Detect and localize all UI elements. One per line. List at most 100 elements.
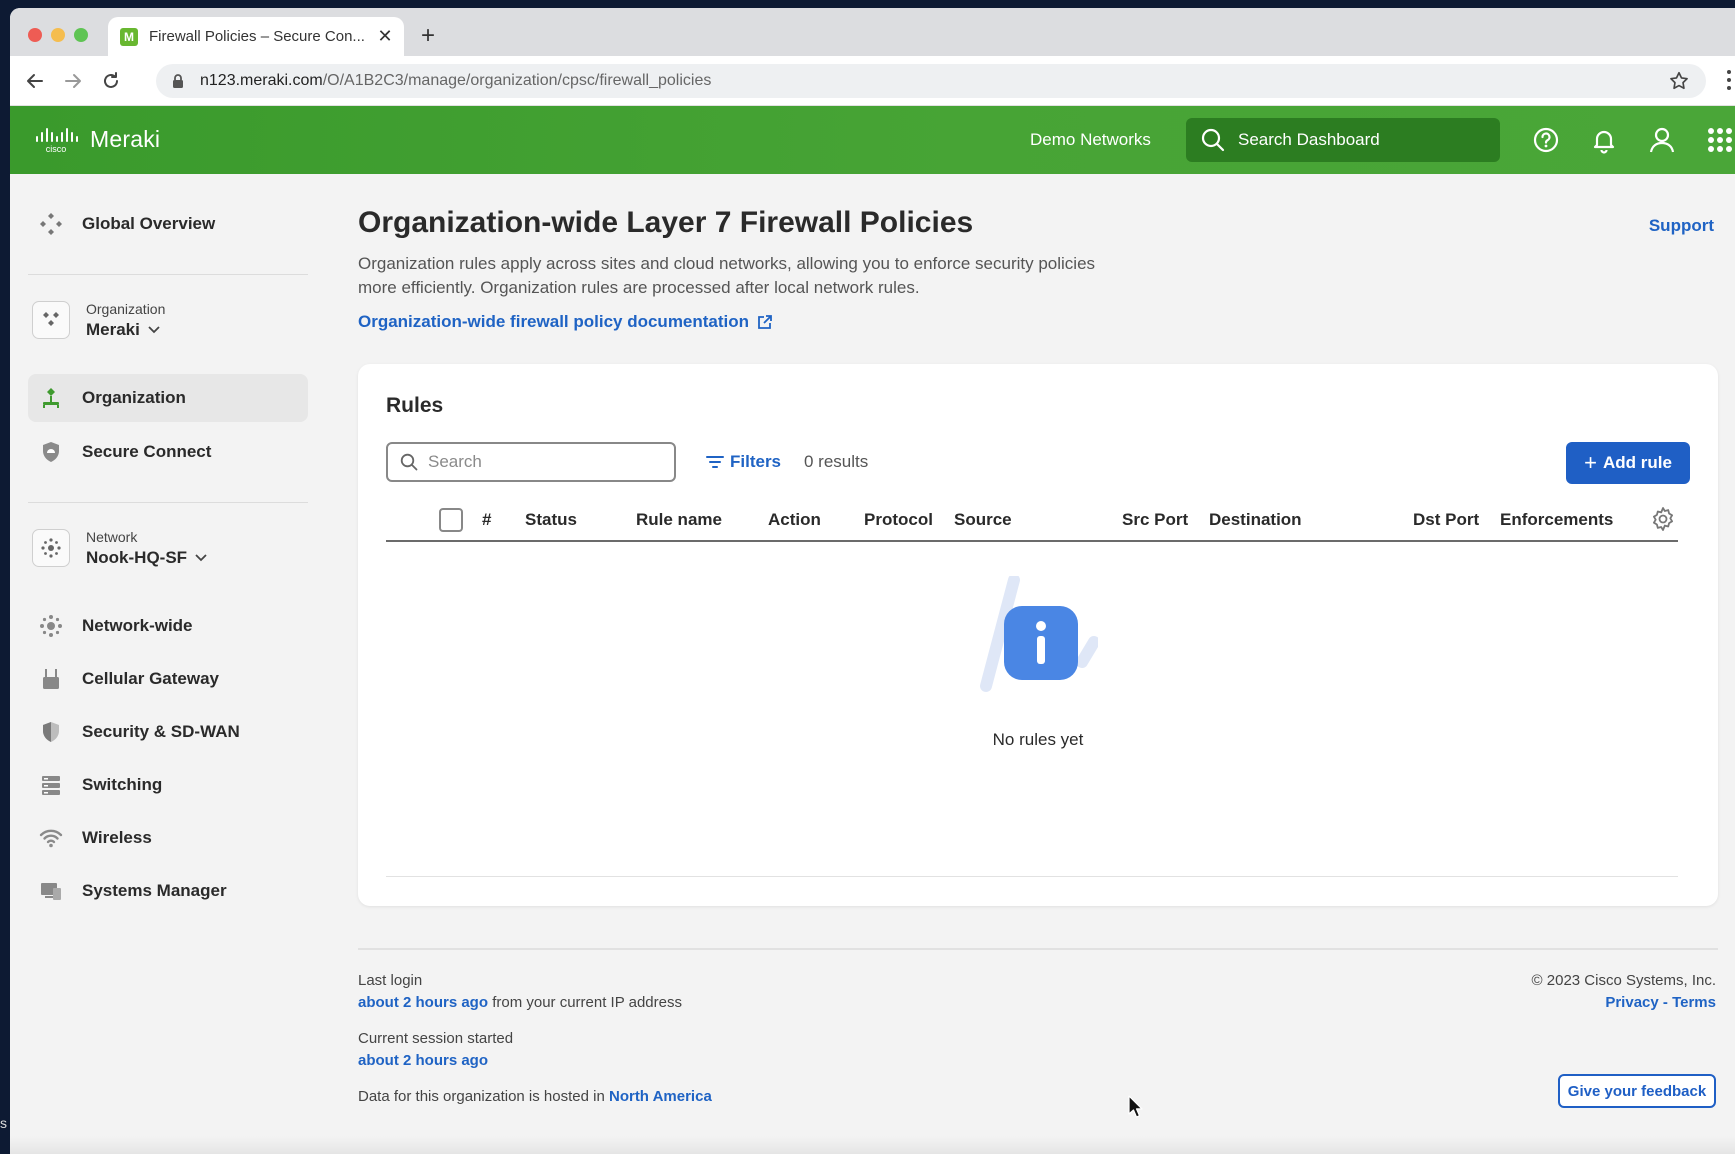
sidebar-item-global-overview[interactable]: Global Overview [28, 200, 308, 248]
apps-grid-icon[interactable] [1706, 126, 1734, 154]
browser-window: M Firewall Policies – Secure Con... ✕ + … [10, 8, 1735, 1154]
chevron-down-icon [195, 553, 207, 562]
network-wide-icon [38, 613, 64, 639]
filters-label: Filters [730, 452, 782, 471]
empty-state-message: No rules yet [992, 730, 1084, 749]
minimize-window-button[interactable] [51, 28, 65, 42]
legal-separator: - [1662, 994, 1668, 1011]
firewall-documentation-link[interactable]: Organization-wide firewall policy docume… [358, 312, 773, 332]
bookmark-star-icon[interactable] [1668, 70, 1690, 92]
url-path: /O/A1B2C3/manage/organization/cpsc/firew… [322, 72, 712, 89]
search-icon [1201, 128, 1225, 152]
tab-bar: M Firewall Policies – Secure Con... ✕ + [10, 8, 1735, 56]
sidebar-item-security-sdwan[interactable]: Security & SD-WAN [28, 708, 308, 756]
sidebar-item-cellular-gateway[interactable]: Cellular Gateway [28, 655, 308, 703]
column-header-status[interactable]: Status [525, 510, 577, 530]
global-overview-icon [38, 211, 64, 237]
reload-icon[interactable] [98, 68, 124, 94]
results-count: 0 results [804, 452, 869, 471]
select-all-checkbox[interactable] [439, 508, 463, 532]
tab-title: Firewall Policies – Secure Con... [149, 28, 365, 45]
demo-networks-link[interactable]: Demo Networks [1030, 130, 1151, 150]
add-rule-button[interactable]: + Add rule [1566, 442, 1690, 484]
tab-close-icon[interactable]: ✕ [376, 26, 394, 47]
column-header-dst-port[interactable]: Dst Port [1413, 510, 1479, 530]
browser-menu-icon[interactable] [1725, 68, 1733, 92]
sidebar-item-secure-connect[interactable]: Secure Connect [28, 428, 308, 476]
maximize-window-button[interactable] [74, 28, 88, 42]
browser-tab-active[interactable]: M Firewall Policies – Secure Con... ✕ [108, 17, 404, 56]
browser-toolbar: n123.meraki.com/O/A1B2C3/manage/organiza… [10, 56, 1735, 106]
network-context-label: Network [86, 528, 138, 545]
network-selector[interactable]: Network Nook-HQ-SF [32, 520, 308, 576]
cisco-wordmark: cisco [46, 144, 67, 153]
sidebar-divider [28, 502, 308, 503]
search-dashboard-input[interactable]: Search Dashboard [1186, 118, 1500, 162]
organization-selector[interactable]: Organization Meraki [32, 292, 308, 348]
address-bar[interactable]: n123.meraki.com/O/A1B2C3/manage/organiza… [156, 64, 1706, 98]
session-time-link[interactable]: about 2 hours ago [358, 1052, 488, 1069]
rules-search-field[interactable] [386, 442, 676, 482]
session-started-label: Current session started [358, 1030, 514, 1047]
mouse-cursor-icon [1128, 1095, 1143, 1118]
background-edge-text: s [0, 1115, 7, 1131]
copyright: © 2023 Cisco Systems, Inc. [1531, 972, 1716, 989]
card-divider [386, 876, 1678, 877]
hosting-line: Data for this organization is hosted in … [358, 1088, 712, 1105]
column-header-rule-name[interactable]: Rule name [636, 510, 722, 530]
hosting-region-link[interactable]: North America [609, 1088, 712, 1105]
plus-icon: + [1584, 450, 1597, 475]
meraki-header: cisco Meraki Demo Networks Search Dashbo… [10, 106, 1735, 174]
last-login-label: Last login [358, 972, 423, 989]
notifications-bell-icon[interactable] [1590, 126, 1618, 154]
rules-card: Rules Filters 0 results + Add rule # Sta… [358, 364, 1718, 906]
support-link[interactable]: Support [1649, 216, 1714, 236]
sidebar-item-systems-manager[interactable]: Systems Manager [28, 867, 308, 915]
close-window-button[interactable] [28, 28, 42, 42]
help-icon[interactable] [1532, 126, 1560, 154]
column-header-source[interactable]: Source [954, 510, 1012, 530]
last-login-time-link[interactable]: about 2 hours ago [358, 994, 488, 1011]
sidebar-item-wireless[interactable]: Wireless [28, 814, 308, 862]
user-account-icon[interactable] [1648, 126, 1676, 154]
external-link-icon [758, 315, 772, 329]
footer-divider [358, 948, 1718, 950]
new-tab-icon[interactable]: + [414, 22, 442, 50]
sidebar-item-label: Wireless [82, 828, 152, 847]
back-icon[interactable] [22, 68, 48, 94]
filters-button[interactable]: Filters [706, 452, 781, 472]
forward-icon[interactable] [60, 68, 86, 94]
column-header-action[interactable]: Action [768, 510, 821, 530]
shield-icon [38, 439, 64, 465]
terms-link[interactable]: Terms [1672, 994, 1716, 1011]
session-time: about 2 hours ago [358, 1052, 489, 1069]
sidebar-item-label: Cellular Gateway [82, 669, 220, 688]
hosting-prefix: Data for this organization is hosted in [358, 1088, 605, 1105]
filter-icon [706, 456, 724, 468]
organization-icon [38, 385, 64, 411]
column-header-number[interactable]: # [482, 510, 491, 530]
privacy-link[interactable]: Privacy [1605, 994, 1658, 1011]
column-header-enforcements[interactable]: Enforcements [1500, 510, 1613, 530]
sidebar-item-organization[interactable]: Organization [28, 374, 308, 422]
sidebar-item-network-wide[interactable]: Network-wide [28, 602, 308, 650]
sidebar-item-label: Network-wide [82, 616, 193, 635]
column-header-protocol[interactable]: Protocol [864, 510, 933, 530]
cellular-gateway-icon [38, 666, 64, 692]
cisco-meraki-logo[interactable]: cisco Meraki [34, 126, 160, 153]
network-context-icon [32, 529, 70, 567]
search-icon [400, 453, 418, 471]
give-feedback-button[interactable]: Give your feedback [1558, 1074, 1716, 1108]
organization-name: Meraki [86, 319, 140, 339]
column-header-destination[interactable]: Destination [1209, 510, 1302, 530]
sidebar-item-switching[interactable]: Switching [28, 761, 308, 809]
column-settings-gear-icon[interactable] [1650, 506, 1676, 532]
legal-links: Privacy - Terms [1605, 994, 1716, 1011]
sidebar-item-label: Switching [82, 775, 163, 794]
column-header-src-port[interactable]: Src Port [1122, 510, 1188, 530]
switching-icon [38, 772, 64, 798]
wifi-icon [38, 825, 64, 851]
rules-search-input[interactable] [428, 452, 668, 472]
url-host: n123.meraki.com [200, 72, 323, 89]
sidebar-item-label: Systems Manager [82, 881, 227, 900]
